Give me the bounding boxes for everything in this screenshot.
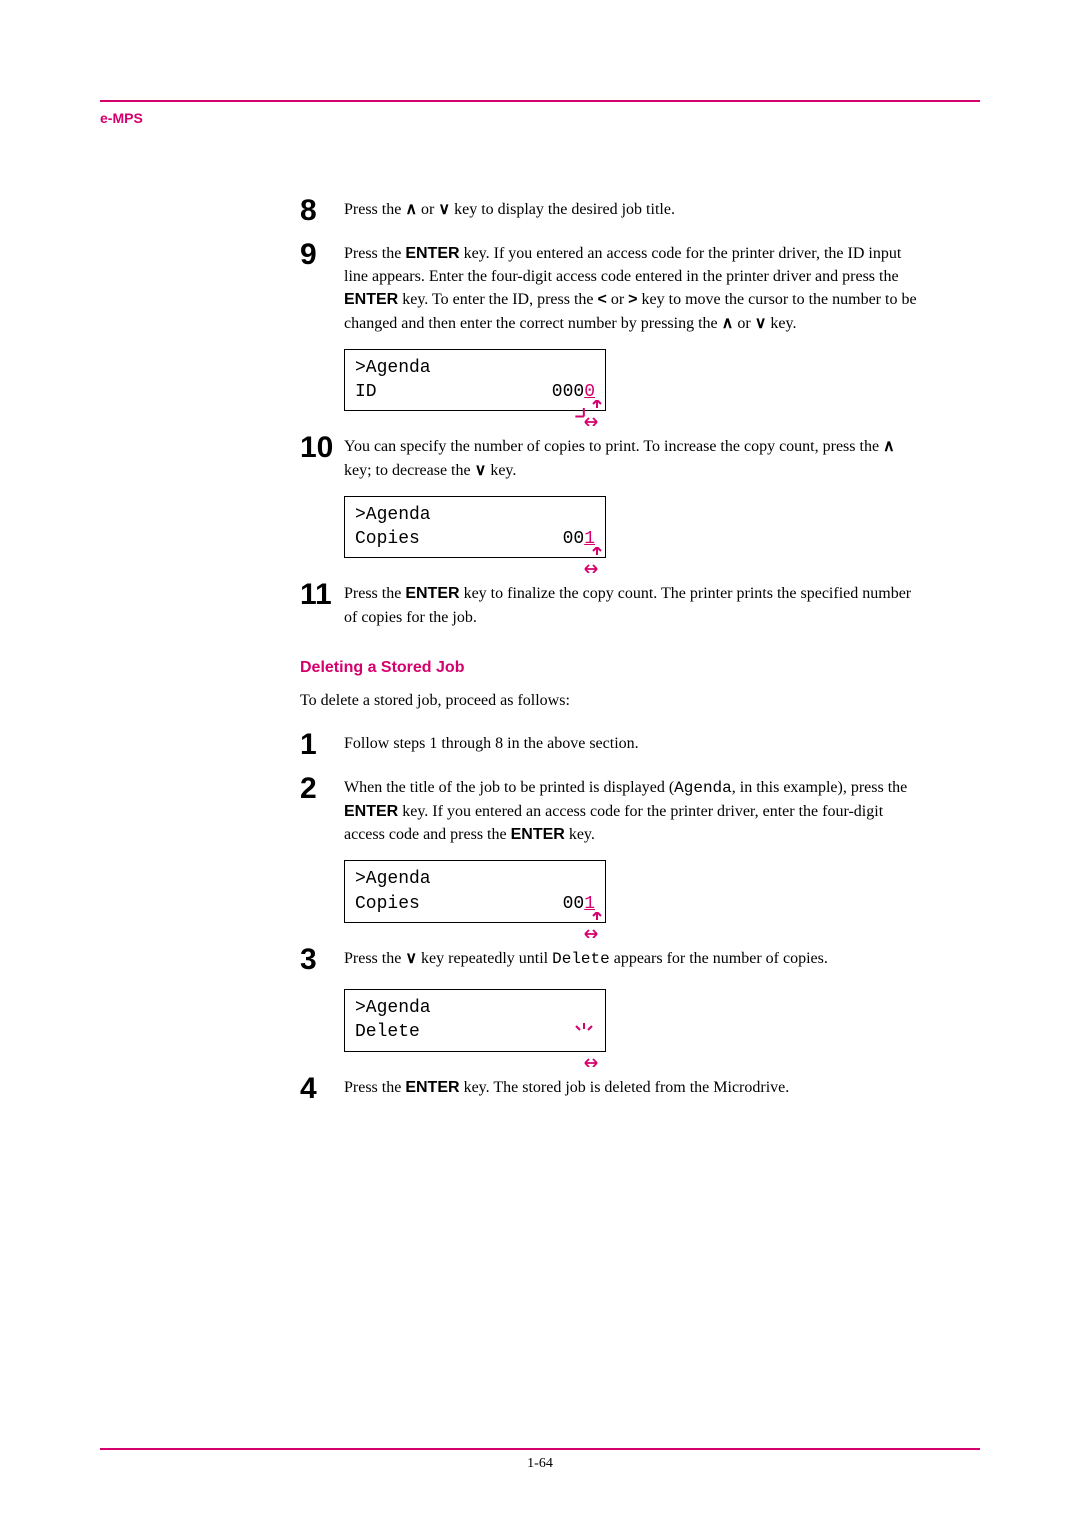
section-intro: To delete a stored job, proceed as follo… xyxy=(300,689,920,712)
step-text: Press the ∧ or ∨ key to display the desi… xyxy=(344,196,675,221)
step-text: When the title of the job to be printed … xyxy=(344,774,920,847)
lcd-line2-label: Delete xyxy=(355,1020,420,1044)
lcd-line2-label: Copies xyxy=(355,527,420,551)
step-text: You can specify the number of copies to … xyxy=(344,433,920,481)
lcd-display-delete: >Agenda Delete xyxy=(344,989,606,1052)
lcd-display-copies: >Agenda Copies 001 xyxy=(344,496,606,559)
step-number: 3 xyxy=(300,945,344,975)
lcd-line1: >Agenda xyxy=(355,867,431,891)
lcd-display-copies-2: >Agenda Copies 001 xyxy=(344,860,606,923)
step-b3: 3 Press the ∨ key repeatedly until Delet… xyxy=(300,945,920,975)
step-number: 10 xyxy=(300,433,344,463)
step-number: 4 xyxy=(300,1074,344,1104)
lcd-container: >Agenda ID 0000 xyxy=(344,349,920,412)
header-rule xyxy=(100,100,980,102)
lcd-line2-label: Copies xyxy=(355,892,420,916)
section-heading-deleting: Deleting a Stored Job xyxy=(300,659,920,677)
step-10: 10 You can specify the number of copies … xyxy=(300,433,920,481)
header-label: e-MPS xyxy=(100,110,980,126)
lcd-display-id: >Agenda ID 0000 xyxy=(344,349,606,412)
step-b2: 2 When the title of the job to be printe… xyxy=(300,774,920,847)
step-9: 9 Press the ENTER key. If you entered an… xyxy=(300,240,920,335)
blink-arrows-icon xyxy=(575,547,611,571)
footer-rule xyxy=(100,1448,980,1450)
lcd-container: >Agenda Delete xyxy=(344,989,920,1052)
footer: 1-64 xyxy=(100,1448,980,1472)
lcd-container: >Agenda Copies 001 xyxy=(344,860,920,923)
blink-arrows-icon xyxy=(575,400,611,424)
lcd-line1: >Agenda xyxy=(355,503,431,527)
step-number: 1 xyxy=(300,730,344,760)
step-number: 9 xyxy=(300,240,344,270)
page: e-MPS 8 Press the ∧ or ∨ key to display … xyxy=(0,0,1080,1528)
step-number: 11 xyxy=(300,580,344,610)
step-number: 8 xyxy=(300,196,344,226)
step-number: 2 xyxy=(300,774,344,804)
page-number: 1-64 xyxy=(100,1456,980,1472)
blink-arrows-icon xyxy=(575,912,611,936)
step-text: Press the ENTER key to finalize the copy… xyxy=(344,580,920,628)
step-text: Press the ENTER key. If you entered an a… xyxy=(344,240,920,335)
step-8: 8 Press the ∧ or ∨ key to display the de… xyxy=(300,196,920,226)
lcd-line2-label: ID xyxy=(355,380,377,404)
lcd-container: >Agenda Copies 001 xyxy=(344,496,920,559)
step-11: 11 Press the ENTER key to finalize the c… xyxy=(300,580,920,628)
blink-arrows-icon xyxy=(575,1041,611,1065)
lcd-line1: >Agenda xyxy=(355,356,431,380)
step-text: Press the ∨ key repeatedly until Delete … xyxy=(344,945,828,971)
step-text: Press the ENTER key. The stored job is d… xyxy=(344,1074,789,1099)
lcd-line1: >Agenda xyxy=(355,996,431,1020)
step-b4: 4 Press the ENTER key. The stored job is… xyxy=(300,1074,920,1104)
step-text: Follow steps 1 through 8 in the above se… xyxy=(344,730,639,755)
step-b1: 1 Follow steps 1 through 8 in the above … xyxy=(300,730,920,760)
steps-block-a: 8 Press the ∧ or ∨ key to display the de… xyxy=(300,196,920,1104)
